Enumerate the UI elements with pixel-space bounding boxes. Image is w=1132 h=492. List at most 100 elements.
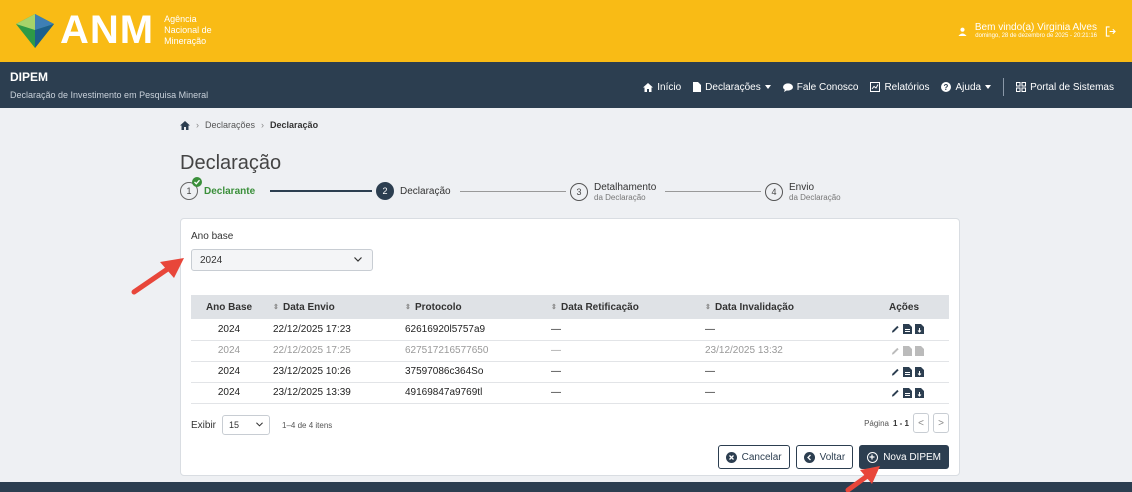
nav-label: Fale Conosco xyxy=(796,81,859,93)
file-download-icon[interactable] xyxy=(914,387,924,398)
current-date: domingo, 28 de dezembro de 2025 - 20:21:… xyxy=(975,33,1097,39)
step-connector xyxy=(460,191,566,192)
step-declarante[interactable]: 1 Declarante xyxy=(180,177,255,200)
nav-item-relatorios[interactable]: Relatórios xyxy=(870,82,929,93)
anm-logo-icon xyxy=(16,14,54,48)
nav-divider xyxy=(1003,78,1005,96)
nav-item-inicio[interactable]: Início xyxy=(643,82,681,93)
cell-ano: 2024 xyxy=(191,382,267,404)
step-detalhamento[interactable]: 3 Detalhamento da Declaração xyxy=(570,182,656,202)
col-data-invalidacao[interactable]: ⇕ Data Invalidação xyxy=(699,295,859,319)
logo-subtitle: Agência Nacional de Mineração xyxy=(164,14,234,47)
cell-envio: 23/12/2025 10:26 xyxy=(267,361,399,383)
declarations-table: Ano Base ⇕ Data Envio ⇕ Protocolo ⇕ Data Re… xyxy=(191,295,949,404)
document-icon xyxy=(902,345,912,356)
nav-label: Relatórios xyxy=(884,81,930,93)
check-icon xyxy=(192,177,202,187)
document-icon[interactable] xyxy=(902,366,912,377)
cell-retificacao: — xyxy=(545,319,699,341)
col-data-envio[interactable]: ⇕ Data Envio xyxy=(267,295,399,319)
footer-bar xyxy=(0,482,1132,492)
cancel-button[interactable]: Cancelar xyxy=(717,445,790,469)
chat-icon xyxy=(782,82,793,92)
cell-invalidacao: — xyxy=(699,361,859,383)
cell-retificacao: — xyxy=(545,382,699,404)
user-info: Bem vindo(a) Virginia Alves domingo, 28 … xyxy=(958,22,1116,40)
chevron-down-icon xyxy=(764,85,771,89)
step-label-main: Envio xyxy=(789,182,815,193)
logo-text: ANM xyxy=(60,8,155,52)
step-number: 2 xyxy=(376,182,394,200)
nav-label: Declarações xyxy=(705,81,761,93)
cell-retificacao: — xyxy=(545,340,699,362)
cancel-icon xyxy=(725,451,737,463)
cell-ano: 2024 xyxy=(191,361,267,383)
edit-icon xyxy=(891,347,899,355)
breadcrumb-declaracoes[interactable]: Declarações xyxy=(205,120,255,130)
breadcrumb-current: Declaração xyxy=(270,120,319,130)
back-label: Voltar xyxy=(819,451,846,463)
pagination-right: Página 1 - 1 < > xyxy=(864,413,949,433)
edit-icon[interactable] xyxy=(891,388,900,398)
nav-item-fale-conosco[interactable]: Fale Conosco xyxy=(782,81,859,93)
chevron-down-icon xyxy=(256,422,263,427)
ano-base-value: 2024 xyxy=(200,255,223,266)
anm-logo[interactable]: ANM Agência Nacional de Mineração xyxy=(14,8,234,52)
per-page-value: 15 xyxy=(229,420,240,430)
col-acoes: Ações xyxy=(859,295,949,319)
new-dipem-label: Nova DIPEM xyxy=(883,451,941,463)
cell-protocolo: 49169847a9769tl xyxy=(399,382,545,404)
next-page-button[interactable]: > xyxy=(933,413,949,433)
svg-text:?: ? xyxy=(944,83,949,92)
page-label: Página xyxy=(864,418,889,428)
step-number: 4 xyxy=(765,183,783,201)
step-label-main: Detalhamento xyxy=(594,182,657,193)
pagination-left: Exibir 15 1–4 de 4 itens xyxy=(191,415,332,435)
table-row: 2024 23/12/2025 10:26 37597086c364So — — xyxy=(191,361,949,383)
file-download-icon[interactable] xyxy=(914,366,924,377)
logo-sub-line: Nacional de xyxy=(164,24,212,35)
cell-protocolo: 627517216577650 xyxy=(399,340,545,362)
step-label: Detalhamento da Declaração xyxy=(594,182,656,202)
main-navbar: DIPEM Declaração de Investimento em Pesq… xyxy=(0,62,1132,108)
document-icon[interactable] xyxy=(902,324,912,335)
home-icon[interactable] xyxy=(180,120,190,130)
report-icon xyxy=(870,82,881,92)
ano-base-select[interactable]: 2024 xyxy=(191,249,373,271)
nav-item-declaracoes[interactable]: Declarações xyxy=(693,82,771,93)
step-label: Envio da Declaração xyxy=(789,182,841,202)
col-ano-base[interactable]: Ano Base xyxy=(191,295,267,319)
cell-actions xyxy=(859,319,949,341)
nav-label: Início xyxy=(657,81,682,93)
prev-page-button[interactable]: < xyxy=(913,413,929,433)
edit-icon[interactable] xyxy=(891,324,900,334)
file-download-icon[interactable] xyxy=(914,324,924,335)
step-number: 3 xyxy=(570,183,588,201)
nav-item-ajuda[interactable]: ? Ajuda xyxy=(941,82,992,93)
cell-ano: 2024 xyxy=(191,319,267,341)
app-subtitle: Declaração de Investimento em Pesquisa M… xyxy=(10,90,209,100)
nav-item-portal[interactable]: Portal de Sistemas xyxy=(1016,82,1114,93)
cell-invalidacao: 23/12/2025 13:32 xyxy=(699,340,859,362)
document-icon xyxy=(693,82,702,92)
grid-icon xyxy=(1016,82,1027,92)
cell-invalidacao: — xyxy=(699,382,859,404)
col-data-retificacao[interactable]: ⇕ Data Retificação xyxy=(545,295,699,319)
document-icon[interactable] xyxy=(902,387,912,398)
cancel-label: Cancelar xyxy=(741,451,782,463)
cell-envio: 22/12/2025 17:25 xyxy=(267,340,399,362)
table-header-row: Ano Base ⇕ Data Envio ⇕ Protocolo ⇕ Data Re… xyxy=(191,295,949,319)
step-envio[interactable]: 4 Envio da Declaração xyxy=(765,182,841,202)
table-row: 2024 22/12/2025 17:23 62616920l5757a9 — … xyxy=(191,319,949,341)
logo-sub-line: Agência xyxy=(164,13,197,24)
per-page-select[interactable]: 15 xyxy=(222,415,271,435)
nav-label: Portal de Sistemas xyxy=(1030,81,1114,93)
col-protocolo[interactable]: ⇕ Protocolo xyxy=(399,295,545,319)
edit-icon[interactable] xyxy=(891,367,900,377)
exibir-label: Exibir xyxy=(191,419,217,431)
user-name: Bem vindo(a) Virginia Alves xyxy=(974,22,1097,33)
step-number: 1 xyxy=(180,177,202,200)
cell-envio: 23/12/2025 13:39 xyxy=(267,382,399,404)
logout-icon[interactable] xyxy=(1105,25,1116,37)
step-declaracao[interactable]: 2 Declaração xyxy=(376,182,451,200)
